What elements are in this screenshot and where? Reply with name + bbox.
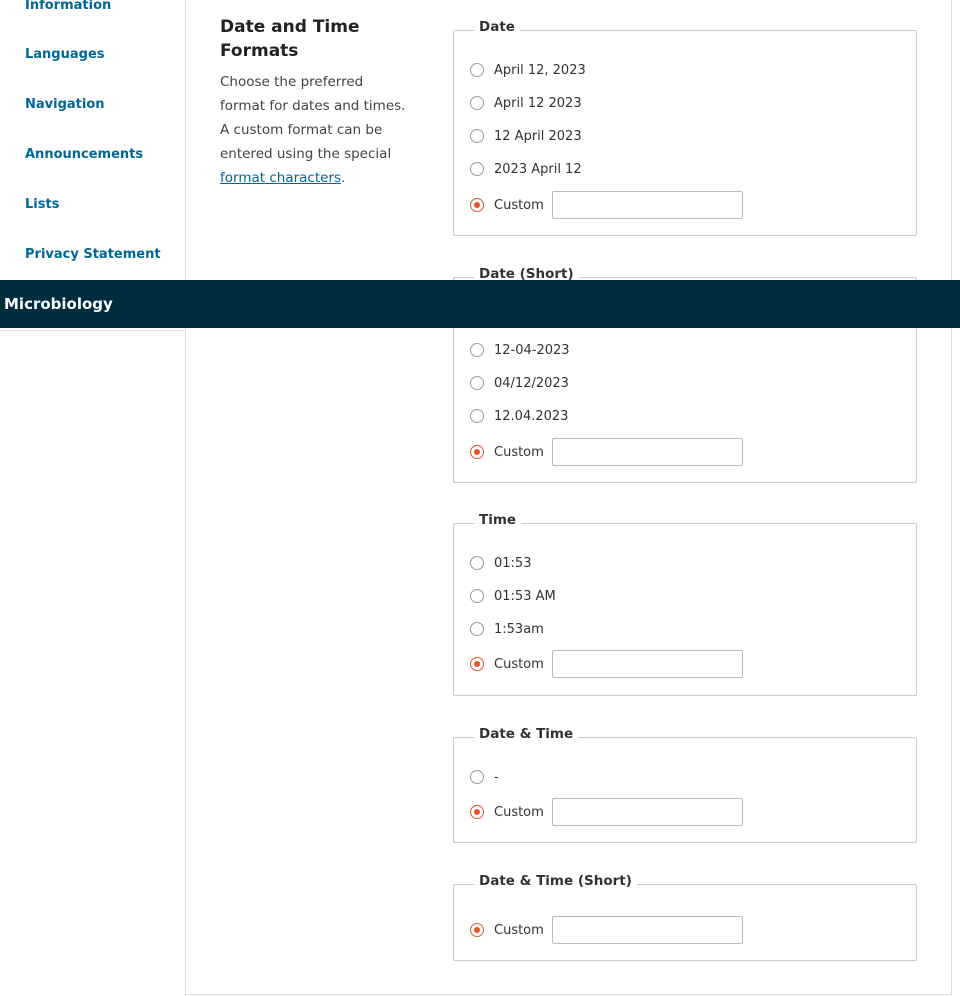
time-option-2[interactable]: 01:53 AM xyxy=(470,585,556,607)
radio-button-selected[interactable] xyxy=(470,657,484,671)
date-time-custom-input[interactable] xyxy=(551,798,743,826)
date-time-legend: Date & Time xyxy=(474,726,579,742)
option-label: April 12 2023 xyxy=(494,95,582,111)
date-option-4[interactable]: 2023 April 12 xyxy=(470,158,582,180)
option-label: April 12, 2023 xyxy=(494,62,586,78)
date-time-option-1[interactable]: - xyxy=(470,766,499,788)
date-short-option-1[interactable]: 12-04-2023 xyxy=(470,339,570,361)
radio-button[interactable] xyxy=(470,96,484,110)
description-text: Choose the preferred format for dates an… xyxy=(220,74,406,162)
context-title[interactable]: Microbiology xyxy=(4,295,113,313)
date-option-3[interactable]: 12 April 2023 xyxy=(470,125,582,147)
option-label: Custom xyxy=(494,656,544,672)
sidebar-item-languages[interactable]: Languages xyxy=(25,47,105,62)
time-option-1[interactable]: 01:53 xyxy=(470,552,531,574)
option-label: - xyxy=(494,769,499,785)
sidebar-item-navigation[interactable]: Navigation xyxy=(25,97,105,112)
radio-button[interactable] xyxy=(470,556,484,570)
page: Information Languages Navigation Announc… xyxy=(0,0,960,996)
date-time-format-fieldset: Date & Time - Custom xyxy=(453,726,917,843)
context-header-bar: Microbiology xyxy=(0,280,960,328)
date-custom-input[interactable] xyxy=(551,191,743,219)
date-time-short-option-custom[interactable]: Custom xyxy=(470,915,743,945)
option-label: Custom xyxy=(494,922,544,938)
time-custom-input[interactable] xyxy=(551,650,743,678)
radio-button[interactable] xyxy=(470,162,484,176)
time-option-3[interactable]: 1:53am xyxy=(470,618,544,640)
time-legend: Time xyxy=(474,512,522,528)
date-time-option-custom[interactable]: Custom xyxy=(470,797,743,827)
option-label: 2023 April 12 xyxy=(494,161,582,177)
date-short-option-3[interactable]: 12.04.2023 xyxy=(470,405,568,427)
radio-button[interactable] xyxy=(470,589,484,603)
radio-button-selected[interactable] xyxy=(470,198,484,212)
format-characters-link[interactable]: format characters xyxy=(220,170,341,186)
date-option-2[interactable]: April 12 2023 xyxy=(470,92,582,114)
option-label: Custom xyxy=(494,804,544,820)
option-label: 01:53 AM xyxy=(494,588,556,604)
radio-button-selected[interactable] xyxy=(470,805,484,819)
time-format-fieldset: Time 01:53 01:53 AM 1:53am Custom xyxy=(453,512,917,696)
date-short-option-2[interactable]: 04/12/2023 xyxy=(470,372,569,394)
section-title: Date and Time Formats xyxy=(220,17,360,61)
option-label: 12-04-2023 xyxy=(494,342,570,358)
radio-button[interactable] xyxy=(470,770,484,784)
date-time-short-legend: Date & Time (Short) xyxy=(474,873,637,889)
option-label: 04/12/2023 xyxy=(494,375,569,391)
option-label: Custom xyxy=(494,197,544,213)
date-legend: Date xyxy=(474,19,520,35)
description-end: . xyxy=(341,170,346,186)
radio-button-selected[interactable] xyxy=(470,923,484,937)
radio-button[interactable] xyxy=(470,63,484,77)
settings-sidebar: Information Languages Navigation Announc… xyxy=(0,0,186,996)
date-time-short-custom-input[interactable] xyxy=(551,916,743,944)
radio-button[interactable] xyxy=(470,129,484,143)
sidebar-item-information[interactable]: Information xyxy=(25,0,111,13)
sidebar-item-privacy-statement[interactable]: Privacy Statement xyxy=(25,247,161,262)
date-format-fieldset: Date April 12, 2023 April 12 2023 12 Apr… xyxy=(453,19,917,236)
radio-button[interactable] xyxy=(470,376,484,390)
date-time-short-format-fieldset: Date & Time (Short) Custom xyxy=(453,873,917,961)
option-label: 12 April 2023 xyxy=(494,128,582,144)
radio-button[interactable] xyxy=(470,409,484,423)
option-label: 01:53 xyxy=(494,555,532,571)
date-option-custom[interactable]: Custom xyxy=(470,190,743,220)
time-option-custom[interactable]: Custom xyxy=(470,649,743,679)
option-label: Custom xyxy=(494,444,544,460)
sidebar-item-announcements[interactable]: Announcements xyxy=(25,147,143,162)
radio-button-selected[interactable] xyxy=(470,445,484,459)
date-short-option-custom[interactable]: Custom xyxy=(470,437,743,467)
date-short-custom-input[interactable] xyxy=(551,438,743,466)
sidebar-item-lists[interactable]: Lists xyxy=(25,197,59,212)
section-description: Choose the preferred format for dates an… xyxy=(220,70,410,190)
option-label: 1:53am xyxy=(494,621,544,637)
radio-button[interactable] xyxy=(470,622,484,636)
option-label: 12.04.2023 xyxy=(494,408,569,424)
date-option-1[interactable]: April 12, 2023 xyxy=(470,59,586,81)
sidebar-divider xyxy=(0,330,186,331)
radio-button[interactable] xyxy=(470,343,484,357)
